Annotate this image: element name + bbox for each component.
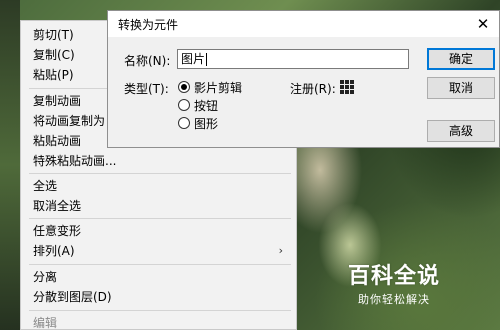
menu-item-distribute-to-layers[interactable]: 分散到图层(D) <box>33 287 112 307</box>
menu-separator <box>29 264 291 265</box>
dialog-titlebar: 转换为元件 ✕ <box>108 11 499 37</box>
watermark-logo: 百科全说 <box>348 264 441 289</box>
name-input[interactable]: 图片 <box>177 49 409 69</box>
cancel-button[interactable]: 取消 <box>427 77 495 99</box>
registration-label: 注册(R): <box>290 82 336 96</box>
watermark-subtitle: 助你轻松解决 <box>358 293 430 306</box>
menu-item-cut[interactable]: 剪切(T) <box>33 25 74 45</box>
menu-item-free-transform[interactable]: 任意变形 <box>33 221 81 241</box>
dialog-title: 转换为元件 <box>118 18 179 32</box>
menu-item-arrange-label: 排列(A) <box>33 244 75 258</box>
menu-item-select-all[interactable]: 全选 <box>33 176 57 196</box>
background-left-edge <box>0 0 20 330</box>
menu-item-paste-animation[interactable]: 粘贴动画 <box>33 131 81 151</box>
menu-item-arrange[interactable]: 排列(A) › <box>33 241 291 261</box>
menu-item-edit[interactable]: 编辑 <box>33 313 57 333</box>
radio-button-label[interactable]: 按钮 <box>194 97 218 114</box>
radio-movie-clip-label[interactable]: 影片剪辑 <box>194 79 242 96</box>
radio-button[interactable] <box>178 99 190 111</box>
chevron-right-icon: › <box>278 244 283 257</box>
menu-separator <box>29 173 291 174</box>
menu-separator <box>29 310 291 311</box>
text-cursor <box>206 53 208 66</box>
menu-separator <box>29 218 291 219</box>
radio-graphic[interactable] <box>178 117 190 129</box>
close-icon[interactable]: ✕ <box>473 14 493 34</box>
type-label: 类型(T): <box>124 82 169 96</box>
menu-item-paste[interactable]: 粘贴(P) <box>33 65 74 85</box>
menu-item-deselect-all[interactable]: 取消全选 <box>33 196 81 216</box>
watermark: 百科全说 助你轻松解决 <box>348 258 440 307</box>
menu-item-paste-special-animation[interactable]: 特殊粘贴动画... <box>33 151 116 171</box>
registration-grid-icon[interactable] <box>340 80 354 94</box>
menu-item-break-apart[interactable]: 分离 <box>33 267 57 287</box>
convert-to-symbol-dialog: 转换为元件 ✕ 名称(N): 图片 类型(T): 影片剪辑 按钮 图形 注册(R… <box>107 10 500 148</box>
name-input-value: 图片 <box>181 52 206 66</box>
radio-graphic-label[interactable]: 图形 <box>194 115 218 132</box>
name-label: 名称(N): <box>124 54 171 68</box>
radio-movie-clip[interactable] <box>178 81 190 93</box>
advanced-button[interactable]: 高级 <box>427 120 495 142</box>
menu-item-copy[interactable]: 复制(C) <box>33 45 75 65</box>
menu-item-copy-animation-as[interactable]: 将动画复制为 <box>33 111 105 131</box>
menu-item-copy-animation[interactable]: 复制动画 <box>33 91 81 111</box>
ok-button[interactable]: 确定 <box>427 48 495 70</box>
